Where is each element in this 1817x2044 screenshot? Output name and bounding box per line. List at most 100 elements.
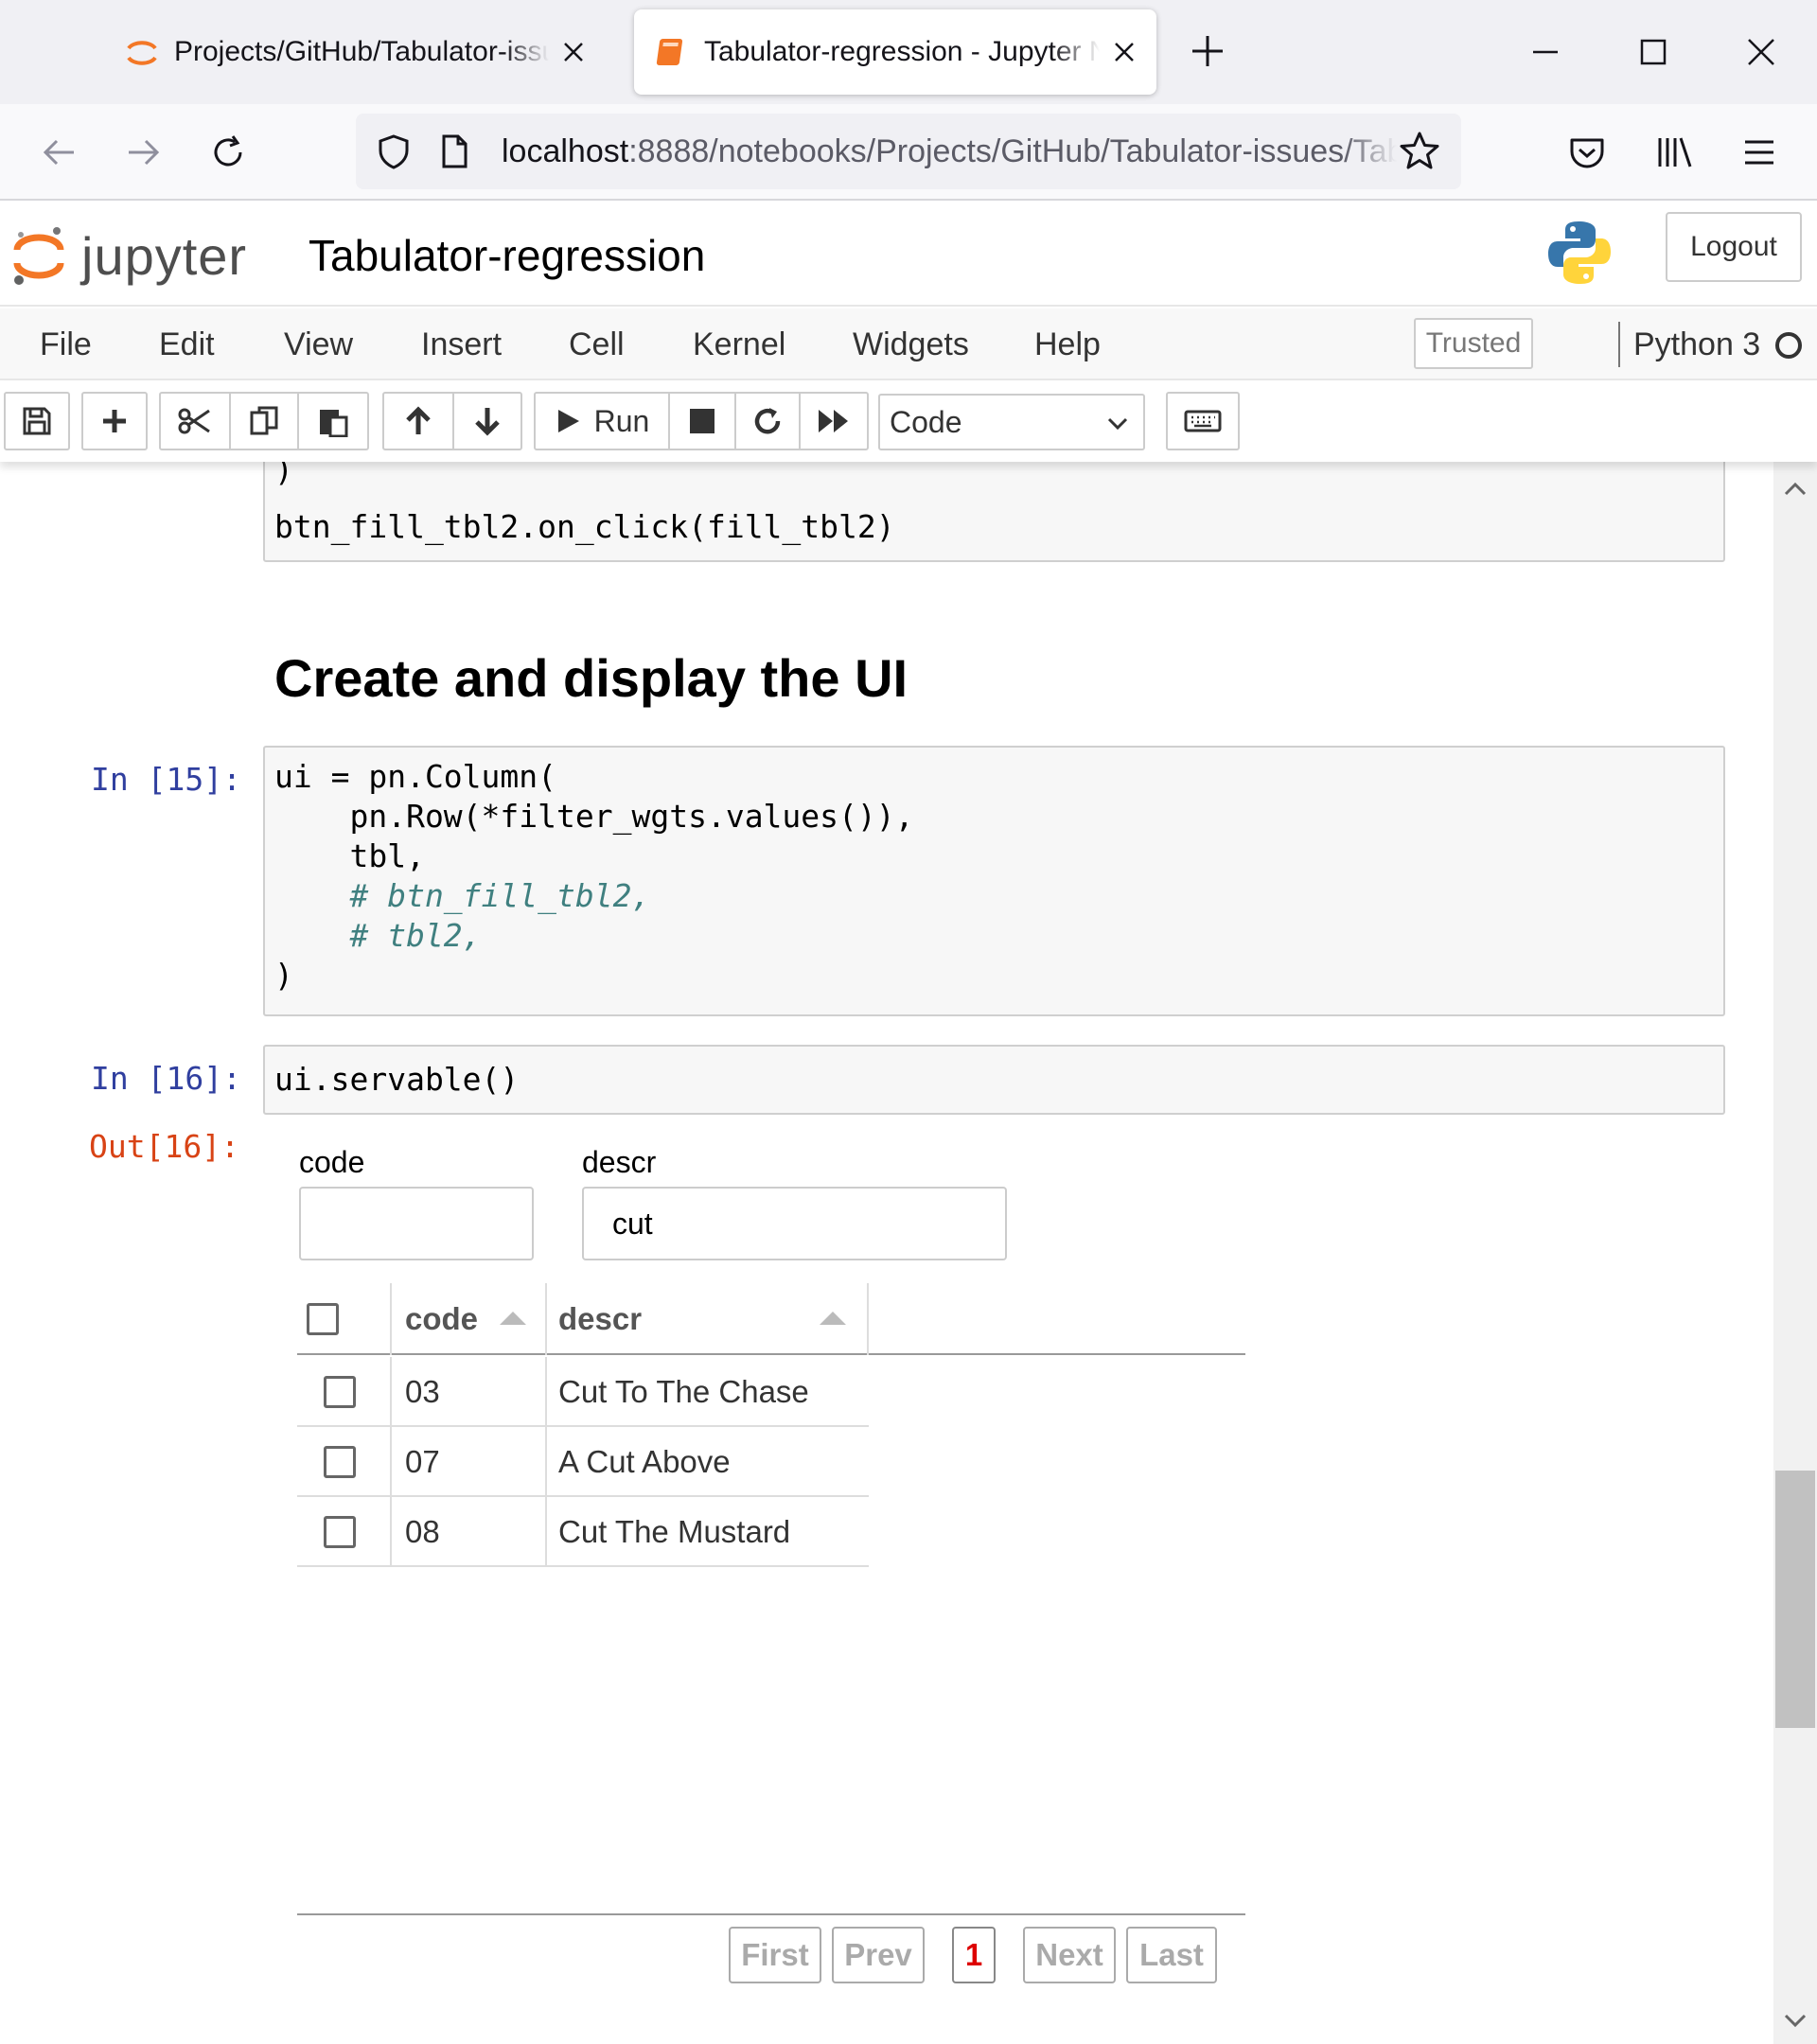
trusted-indicator[interactable]: Trusted bbox=[1414, 318, 1533, 369]
hamburger-menu-icon[interactable] bbox=[1738, 131, 1781, 174]
move-up-button[interactable] bbox=[382, 392, 454, 450]
page-scrollbar[interactable] bbox=[1773, 462, 1817, 2044]
code-line: ) bbox=[274, 957, 293, 994]
row-checkbox[interactable] bbox=[324, 1446, 356, 1478]
url-text[interactable]: localhost:8888/notebooks/Projects/GitHub… bbox=[502, 133, 1397, 170]
notebook-icon bbox=[651, 31, 693, 73]
save-icon bbox=[23, 407, 51, 435]
code-cell-15[interactable]: ui = pn.Column( pn.Row(*filter_wgts.valu… bbox=[263, 746, 1725, 1016]
insert-cell-button[interactable] bbox=[81, 392, 148, 450]
filter-input-code[interactable] bbox=[299, 1187, 534, 1260]
cell-code[interactable]: 08 bbox=[405, 1497, 440, 1567]
menu-view[interactable]: View bbox=[284, 308, 353, 380]
table-row[interactable]: 07 A Cut Above bbox=[297, 1427, 869, 1497]
filter-input-descr[interactable]: cut bbox=[582, 1187, 1007, 1260]
page-last-button[interactable]: Last bbox=[1126, 1927, 1217, 1983]
command-palette-button[interactable] bbox=[1166, 392, 1240, 450]
sort-arrow-icon[interactable] bbox=[500, 1312, 526, 1325]
scrollbar-thumb[interactable] bbox=[1775, 1471, 1815, 1728]
pocket-icon[interactable] bbox=[1565, 131, 1609, 174]
column-header-descr[interactable]: descr bbox=[558, 1283, 842, 1355]
browser-tab-tree[interactable]: Projects/GitHub/Tabulator-issues/ bbox=[104, 9, 606, 95]
bookmark-star-icon[interactable] bbox=[1397, 129, 1442, 174]
row-select-cell bbox=[324, 1497, 356, 1567]
forward-icon[interactable] bbox=[121, 131, 165, 174]
cell-code[interactable]: 07 bbox=[405, 1427, 440, 1497]
notebook-toolbar: Run Code bbox=[0, 382, 1817, 462]
scissors-icon bbox=[178, 408, 210, 434]
filter-label-code: code bbox=[299, 1145, 365, 1179]
menu-widgets[interactable]: Widgets bbox=[853, 308, 969, 380]
sort-arrow-icon[interactable] bbox=[820, 1312, 846, 1325]
maximize-icon[interactable] bbox=[1632, 30, 1675, 74]
column-divider bbox=[545, 1427, 547, 1497]
cell-type-value: Code bbox=[890, 404, 962, 439]
row-checkbox[interactable] bbox=[324, 1376, 356, 1408]
scroll-down-icon[interactable] bbox=[1773, 1999, 1817, 2042]
code-line: pn.Row(*filter_wgts.values()), bbox=[274, 798, 914, 835]
close-window-icon[interactable] bbox=[1739, 30, 1783, 74]
menu-insert[interactable]: Insert bbox=[421, 308, 502, 380]
scroll-up-icon[interactable] bbox=[1773, 467, 1817, 511]
cell-code[interactable]: 03 bbox=[405, 1357, 440, 1427]
menu-file[interactable]: File bbox=[40, 308, 92, 380]
column-divider bbox=[545, 1283, 547, 1355]
code-line: tbl, bbox=[274, 837, 425, 874]
minimize-icon[interactable] bbox=[1524, 30, 1567, 74]
code-line: btn_fill_tbl2.on_click(fill_tbl2) bbox=[274, 508, 895, 545]
row-checkbox[interactable] bbox=[324, 1516, 356, 1548]
save-button[interactable] bbox=[4, 392, 70, 450]
cell-descr[interactable]: Cut To The Chase bbox=[558, 1357, 809, 1427]
close-tab-icon[interactable] bbox=[1105, 33, 1143, 71]
tab-title: Projects/GitHub/Tabulator-issues/ bbox=[174, 36, 549, 67]
page-1-button[interactable]: 1 bbox=[952, 1927, 996, 1983]
code-cell-16[interactable]: ui.servable() bbox=[263, 1045, 1725, 1115]
reload-icon[interactable] bbox=[206, 131, 250, 174]
markdown-heading[interactable]: Create and display the UI bbox=[274, 647, 908, 709]
page-next-button[interactable]: Next bbox=[1023, 1927, 1116, 1983]
code-cell-partial[interactable]: ) btn_fill_tbl2.on_click(fill_tbl2) bbox=[263, 462, 1725, 562]
page-icon[interactable] bbox=[432, 129, 477, 174]
paste-button[interactable] bbox=[297, 392, 369, 450]
interrupt-button[interactable] bbox=[668, 392, 736, 450]
code-line: ui.servable() bbox=[274, 1061, 520, 1098]
copy-icon bbox=[250, 406, 278, 435]
notebook-title[interactable]: Tabulator-regression bbox=[309, 218, 705, 293]
back-icon[interactable] bbox=[38, 131, 81, 174]
table-row[interactable]: 08 Cut The Mustard bbox=[297, 1497, 869, 1567]
new-tab-icon[interactable] bbox=[1187, 30, 1228, 72]
column-divider bbox=[390, 1357, 392, 1427]
page-first-button[interactable]: First bbox=[729, 1927, 821, 1983]
table-row[interactable]: 03 Cut To The Chase bbox=[297, 1357, 869, 1427]
move-down-button[interactable] bbox=[452, 392, 522, 450]
cell-descr[interactable]: A Cut Above bbox=[558, 1427, 731, 1497]
restart-kernel-button[interactable] bbox=[734, 392, 801, 450]
copy-button[interactable] bbox=[229, 392, 299, 450]
menu-kernel[interactable]: Kernel bbox=[693, 308, 785, 380]
select-all-checkbox[interactable] bbox=[307, 1303, 339, 1335]
menu-edit[interactable]: Edit bbox=[159, 308, 215, 380]
logout-button[interactable]: Logout bbox=[1666, 212, 1802, 282]
shield-icon[interactable] bbox=[371, 129, 416, 174]
menu-cell[interactable]: Cell bbox=[569, 308, 625, 380]
menu-help[interactable]: Help bbox=[1034, 308, 1101, 380]
column-divider bbox=[390, 1283, 392, 1355]
restart-run-all-button[interactable] bbox=[799, 392, 869, 450]
cell-type-select[interactable]: Code bbox=[878, 394, 1145, 450]
url-path: :8888/notebooks/Projects/GitHub/Tabulato… bbox=[628, 132, 1397, 169]
kernel-name[interactable]: Python 3 bbox=[1633, 308, 1760, 380]
restart-icon bbox=[754, 408, 781, 434]
jupyter-logo[interactable]: jupyter bbox=[11, 218, 267, 293]
cut-button[interactable] bbox=[159, 392, 231, 450]
plus-icon bbox=[103, 410, 126, 432]
close-tab-icon[interactable] bbox=[555, 33, 592, 71]
cell-descr[interactable]: Cut The Mustard bbox=[558, 1497, 790, 1567]
library-icon[interactable] bbox=[1652, 131, 1696, 174]
row-select-cell bbox=[324, 1357, 356, 1427]
page-prev-button[interactable]: Prev bbox=[832, 1927, 925, 1983]
browser-tab-notebook[interactable]: Tabulator-regression - Jupyter Notebook bbox=[634, 9, 1156, 95]
url-bar[interactable]: localhost:8888/notebooks/Projects/GitHub… bbox=[356, 114, 1461, 189]
run-button[interactable]: Run bbox=[534, 392, 670, 450]
kernel-idle-icon bbox=[1775, 332, 1802, 359]
output-prompt: Out[16]: bbox=[89, 1128, 239, 1165]
